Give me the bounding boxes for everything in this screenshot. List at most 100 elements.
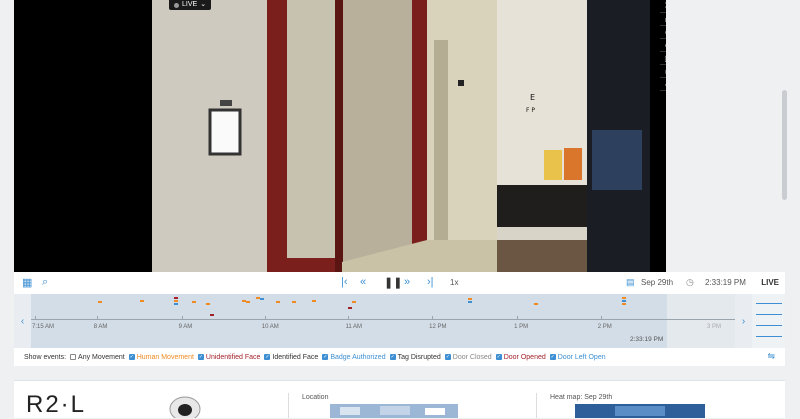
timeline-tick — [35, 316, 36, 320]
layers-icon[interactable]: ◈ — [660, 78, 666, 91]
timeline-tick — [517, 316, 519, 320]
checkbox[interactable]: ✓ — [444, 354, 451, 360]
camera-snapshot-icon[interactable]: ◉ — [660, 13, 666, 26]
timeline-tick — [181, 316, 183, 320]
timeline-event-marker[interactable] — [206, 303, 210, 305]
clock-icon[interactable]: ◷ — [686, 277, 694, 288]
rewind-icon[interactable]: « — [360, 276, 366, 288]
location-card-title: Location — [302, 394, 329, 401]
svg-text:E: E — [530, 93, 535, 102]
chevron-down-icon: ⌄ — [200, 1, 207, 8]
event-filter-label: Unidentified Face — [205, 353, 261, 361]
crop-icon[interactable]: ▭ — [660, 65, 666, 78]
event-filter-human-movement[interactable]: ✓ Human Movement — [128, 354, 194, 361]
zoom-out-icon[interactable]: ⊖ — [660, 39, 666, 52]
checkbox[interactable]: ✓ — [389, 354, 396, 360]
timeline-event-marker[interactable] — [312, 300, 316, 302]
event-filter-door-left-open[interactable]: ✓ Door Left Open — [549, 354, 606, 361]
zoom-out-timeline-button[interactable] — [756, 325, 782, 337]
timeline-event-marker[interactable] — [174, 303, 178, 305]
camera-dot-icon — [174, 2, 179, 8]
timeline-event-marker[interactable] — [98, 301, 102, 303]
camera-model-logo: R2·L — [26, 391, 87, 418]
checkbox[interactable]: ✓ — [128, 354, 135, 360]
camera-video-feed[interactable]: E F P LIVE ⌄ ⛶ ◉ ⊕ ⊖ ▣ ▭ ◈ — [14, 0, 666, 272]
time-selector[interactable]: 2:33:19 PM — [705, 278, 746, 287]
live-stream-dropdown[interactable]: LIVE ⌄ — [169, 0, 212, 10]
timeline-tick-label: 10 AM — [261, 324, 279, 330]
playback-controls: ▦ ⌕ |‹ « ❚❚ » ›| 1x ▤ Sep 29th ◷ 2:33:19… — [14, 272, 785, 295]
date-selector[interactable]: Sep 29th — [641, 278, 673, 287]
event-filter-label: Badge Authorized — [330, 353, 386, 361]
event-timeline[interactable]: ‹ 7:15 AM 8 AM 9 AM 10 AM 11 AM 12 PM 1 PM 2 PM… — [14, 294, 785, 348]
checkbox[interactable]: ✓ — [264, 354, 271, 360]
go-live-button[interactable]: LIVE — [761, 278, 779, 287]
timeline-tick-label: 12 PM — [429, 324, 447, 330]
scrollbar-thumb[interactable] — [782, 90, 787, 200]
timeline-prev-button[interactable]: ‹ — [14, 294, 31, 348]
camera-info-cards: R2·L Location Heat map: Sep 29th — [14, 380, 785, 418]
timeline-event-marker[interactable] — [292, 301, 296, 303]
timeline-settings-icon[interactable]: ⇋ — [767, 351, 775, 362]
timeline-tick — [264, 316, 266, 320]
event-filter-door-closed[interactable]: ✓ Door Closed — [444, 354, 492, 361]
fullscreen-icon[interactable]: ⛶ — [660, 0, 666, 13]
timeline-event-marker[interactable] — [140, 300, 144, 302]
event-filter-label: Any Movement — [78, 353, 125, 361]
grid-view-icon[interactable]: ▦ — [22, 276, 32, 289]
timeline-next-button[interactable]: › — [735, 294, 752, 348]
timeline-event-marker[interactable] — [468, 298, 472, 300]
timeline-event-marker[interactable] — [246, 301, 250, 303]
timeline-tick-label: 9 AM — [178, 324, 193, 330]
heatmap-card-title: Heat map: Sep 29th — [550, 394, 613, 401]
timeline-event-marker[interactable] — [276, 301, 280, 303]
skip-to-end-icon[interactable]: ›| — [427, 276, 434, 288]
playback-speed[interactable]: 1x — [450, 278, 458, 287]
timeline-event-marker[interactable] — [192, 301, 196, 303]
event-filter-unidentified-face[interactable]: ✓ Unidentified Face — [197, 353, 261, 361]
fast-forward-icon[interactable]: » — [404, 276, 410, 288]
timeline-event-marker[interactable] — [210, 314, 214, 316]
timeline-event-marker[interactable] — [174, 300, 178, 302]
image-enhance-icon[interactable]: ▣ — [660, 52, 666, 65]
timeline-event-marker[interactable] — [348, 307, 352, 309]
video-tool-column: ⛶ ◉ ⊕ ⊖ ▣ ▭ ◈ — [660, 0, 666, 106]
timeline-event-marker[interactable] — [622, 297, 626, 299]
event-filter-identified-face[interactable]: ✓ Identified Face — [264, 354, 318, 361]
timeline-event-marker[interactable] — [174, 297, 178, 299]
event-filter-tag-disrupted[interactable]: ✓ Tag Disrupted — [389, 353, 441, 361]
timeline-track[interactable] — [31, 294, 667, 348]
event-filter-bar: Show events: Any Movement ✓ Human Movement… — [14, 348, 785, 366]
checkbox[interactable] — [70, 354, 77, 360]
zoom-in-icon[interactable]: ⊕ — [660, 26, 666, 39]
checkbox[interactable]: ✓ — [322, 354, 329, 360]
event-filter-any-movement[interactable]: Any Movement — [70, 354, 125, 361]
timeline-event-marker[interactable] — [622, 303, 626, 305]
live-badge-label: LIVE — [182, 1, 198, 8]
calendar-icon[interactable]: ▤ — [626, 277, 635, 288]
timeline-event-marker[interactable] — [468, 301, 472, 303]
event-filter-door-opened[interactable]: ✓ Door Opened — [495, 354, 546, 361]
checkbox[interactable]: ✓ — [197, 354, 204, 360]
timeline-event-marker[interactable] — [260, 298, 264, 300]
zoom-in-timeline-button[interactable] — [756, 303, 782, 315]
location-map-thumbnail[interactable] — [330, 404, 458, 418]
timeline-tick-label: 2 PM — [597, 324, 612, 330]
event-filter-badge-authorized[interactable]: ✓ Badge Authorized — [322, 353, 386, 361]
heatmap-thumbnail[interactable] — [575, 404, 705, 418]
timeline-tick — [600, 316, 602, 320]
event-filter-label: Tag Disrupted — [397, 353, 441, 361]
timeline-axis — [31, 319, 735, 320]
timeline-event-marker[interactable] — [534, 303, 538, 305]
timeline-event-marker[interactable] — [352, 301, 356, 303]
search-footage-icon[interactable]: ⌕ — [42, 276, 48, 289]
pause-icon[interactable]: ❚❚ — [384, 276, 402, 289]
timeline-event-marker[interactable] — [622, 300, 626, 302]
timeline-tick-label: 8 AM — [93, 324, 108, 330]
checkbox[interactable]: ✓ — [495, 354, 502, 360]
timeline-tick-label: 1 PM — [514, 324, 529, 330]
event-filter-label: Identified Face — [272, 353, 319, 361]
checkbox[interactable]: ✓ — [549, 354, 556, 360]
chevron-left-icon: ‹ — [20, 315, 25, 327]
skip-to-start-icon[interactable]: |‹ — [341, 276, 348, 288]
